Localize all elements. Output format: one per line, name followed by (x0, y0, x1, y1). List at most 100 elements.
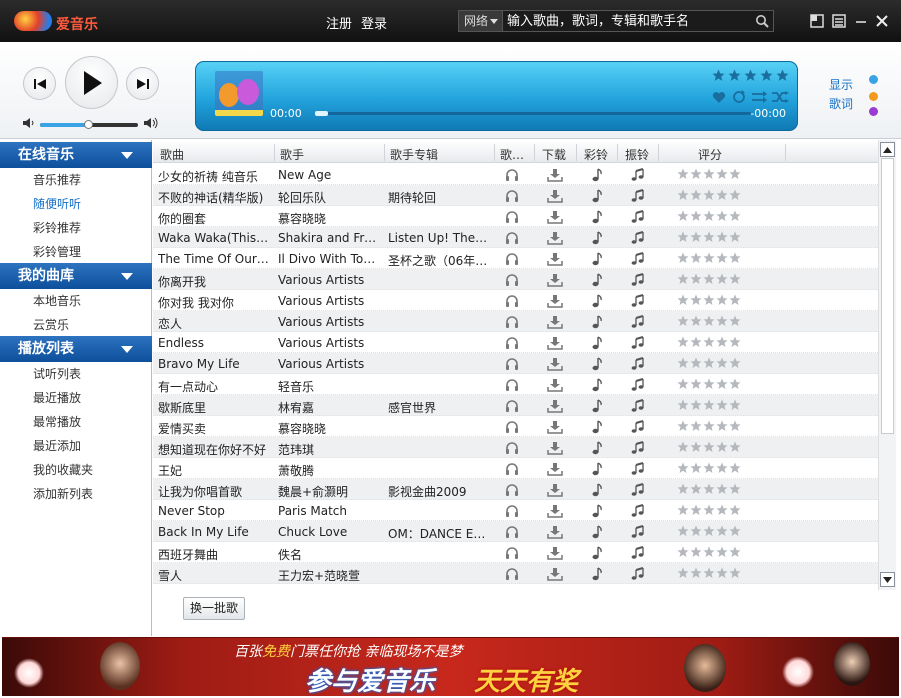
star-icon[interactable] (729, 252, 741, 267)
star-icon[interactable] (729, 273, 741, 288)
ringtone-button[interactable] (589, 167, 605, 182)
progress-track[interactable] (315, 112, 751, 115)
star-icon[interactable] (729, 483, 741, 498)
star-icon[interactable] (677, 273, 689, 288)
star-icon[interactable] (690, 399, 702, 414)
rating-stars[interactable] (677, 399, 741, 414)
ringback-button[interactable] (630, 440, 646, 455)
sidebar-item-add-list[interactable]: 添加新列表 (33, 485, 93, 502)
minimize-button[interactable] (852, 12, 870, 30)
sidebar-section-my-library[interactable]: 我的曲库 (0, 263, 152, 289)
rating-stars[interactable] (677, 273, 741, 288)
star-icon[interactable] (729, 231, 741, 246)
ringback-button[interactable] (630, 461, 646, 476)
star-icon[interactable] (690, 294, 702, 309)
ringtone-button[interactable] (589, 503, 605, 518)
close-button[interactable] (873, 12, 891, 30)
star-icon[interactable] (690, 168, 702, 183)
download-button[interactable] (547, 545, 563, 560)
column-header-artist[interactable]: 歌手 (280, 146, 304, 163)
ringtone-button[interactable] (589, 272, 605, 287)
ringback-button[interactable] (630, 566, 646, 581)
rating-stars[interactable] (677, 210, 741, 225)
sidebar-item-local-music[interactable]: 本地音乐 (33, 292, 81, 309)
table-row[interactable]: Bravo My Life Various Artists (153, 353, 878, 374)
vertical-scrollbar[interactable] (878, 140, 896, 590)
ringtone-button[interactable] (589, 377, 605, 392)
star-icon[interactable] (690, 420, 702, 435)
ringtone-button[interactable] (589, 314, 605, 329)
star-icon[interactable] (703, 189, 715, 204)
show-link[interactable]: 显示 (829, 76, 853, 93)
rating-stars[interactable] (677, 546, 741, 561)
star-icon[interactable] (703, 399, 715, 414)
listen-button[interactable] (504, 566, 520, 581)
ad-banner[interactable]: 百张免费门票任你抢 亲临现场不是梦 参与爱音乐 天天有奖 (2, 637, 899, 696)
star-icon[interactable] (690, 462, 702, 477)
star-icon[interactable] (716, 210, 728, 225)
star-icon[interactable] (716, 357, 728, 372)
listen-button[interactable] (504, 356, 520, 371)
star-icon[interactable] (716, 336, 728, 351)
column-header-album[interactable]: 歌手专辑 (390, 146, 438, 163)
rating-stars[interactable] (677, 336, 741, 351)
table-row[interactable]: 你离开我 Various Artists (153, 269, 878, 290)
listen-button[interactable] (504, 188, 520, 203)
volume-max-button[interactable] (143, 116, 159, 133)
star-icon[interactable] (729, 441, 741, 456)
menu-button[interactable] (830, 12, 848, 30)
star-icon[interactable] (690, 441, 702, 456)
ringtone-button[interactable] (589, 482, 605, 497)
star-icon[interactable] (690, 546, 702, 561)
ringtone-button[interactable] (589, 461, 605, 476)
login-link[interactable]: 登录 (361, 13, 387, 32)
star-icon[interactable] (716, 252, 728, 267)
sidebar-section-online-music[interactable]: 在线音乐 (0, 142, 152, 168)
rating-star-icon[interactable] (744, 69, 757, 82)
sidebar-section-playlists[interactable]: 播放列表 (0, 336, 152, 362)
listen-button[interactable] (504, 461, 520, 476)
star-icon[interactable] (690, 231, 702, 246)
star-icon[interactable] (716, 462, 728, 477)
listen-button[interactable] (504, 335, 520, 350)
star-icon[interactable] (729, 189, 741, 204)
star-icon[interactable] (703, 252, 715, 267)
listen-button[interactable] (504, 503, 520, 518)
ringtone-button[interactable] (589, 230, 605, 245)
register-link[interactable]: 注册 (326, 13, 352, 32)
star-icon[interactable] (677, 525, 689, 540)
ringback-button[interactable] (630, 209, 646, 224)
favorite-button[interactable] (710, 89, 728, 105)
star-icon[interactable] (703, 357, 715, 372)
star-icon[interactable] (703, 525, 715, 540)
star-icon[interactable] (690, 504, 702, 519)
ringback-button[interactable] (630, 272, 646, 287)
ringtone-button[interactable] (589, 398, 605, 413)
download-button[interactable] (547, 482, 563, 497)
download-button[interactable] (547, 167, 563, 182)
mini-mode-button[interactable] (808, 12, 826, 30)
volume-slider-handle[interactable] (84, 120, 93, 129)
column-header-download[interactable]: 下载 (542, 146, 566, 163)
ringback-button[interactable] (630, 293, 646, 308)
column-header-ringtone[interactable]: 彩铃 (584, 146, 608, 163)
rating-stars[interactable] (677, 357, 741, 372)
star-icon[interactable] (677, 252, 689, 267)
rating-star-icon[interactable] (776, 69, 789, 82)
table-row[interactable]: 歇斯底里 林宥嘉 感官世界 (153, 395, 878, 416)
star-icon[interactable] (703, 420, 715, 435)
sidebar-item-recently-played[interactable]: 最近播放 (33, 389, 81, 406)
star-icon[interactable] (729, 546, 741, 561)
download-button[interactable] (547, 503, 563, 518)
star-icon[interactable] (690, 210, 702, 225)
ringtone-button[interactable] (589, 188, 605, 203)
rating-star-icon[interactable] (712, 69, 725, 82)
download-button[interactable] (547, 398, 563, 413)
star-icon[interactable] (677, 231, 689, 246)
star-icon[interactable] (677, 168, 689, 183)
star-icon[interactable] (729, 294, 741, 309)
download-button[interactable] (547, 314, 563, 329)
table-row[interactable]: 爱情买卖 慕容晓晓 (153, 416, 878, 437)
download-button[interactable] (547, 356, 563, 371)
star-icon[interactable] (677, 504, 689, 519)
